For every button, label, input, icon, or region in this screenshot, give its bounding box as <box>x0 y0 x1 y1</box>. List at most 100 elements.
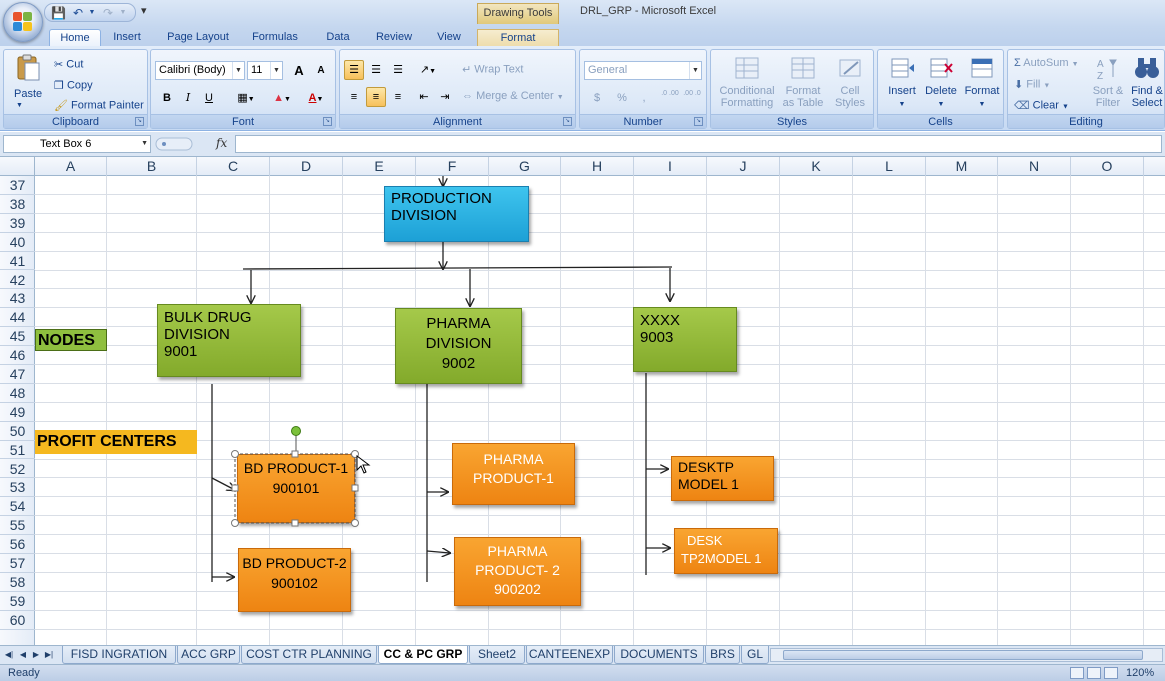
tab-format[interactable]: Format <box>477 29 559 47</box>
borders-button[interactable]: ▦▼ <box>231 88 261 108</box>
fill-button[interactable]: ⬇ Fill ▼ <box>1014 78 1050 91</box>
ph1-line1: PHARMA <box>483 451 544 467</box>
font-name-combo[interactable]: Calibri (Body) ▼ <box>155 61 245 80</box>
sheet-tab-sheet2[interactable]: Sheet2 <box>469 646 525 664</box>
undo-icon[interactable]: ↶ <box>71 6 85 20</box>
middle-align-button[interactable]: ☰ <box>366 60 386 80</box>
currency-button[interactable]: $ <box>584 88 610 108</box>
number-dialog-launcher[interactable]: ↘ <box>694 117 703 126</box>
production-division-box[interactable]: PRODUCTION DIVISION <box>384 186 529 242</box>
pharma-division-box[interactable]: PHARMA DIVISION 9002 <box>395 308 522 384</box>
fill-color-button[interactable]: ▲▼ <box>267 88 297 108</box>
name-box-dropdown-icon[interactable]: ▼ <box>141 136 148 152</box>
insert-cells-button[interactable]: Insert ▼ <box>884 54 920 109</box>
tab-insert[interactable]: Insert <box>104 29 150 47</box>
tab-home[interactable]: Home <box>49 29 101 47</box>
cell-styles-button[interactable]: Cell Styles <box>829 54 871 109</box>
top-align-button[interactable]: ☰ <box>344 60 364 80</box>
zoom-level[interactable]: 120% <box>1126 667 1154 679</box>
tab-data[interactable]: Data <box>318 29 358 47</box>
sheet-tab-brs[interactable]: BRS <box>705 646 740 664</box>
last-sheet-icon[interactable]: ▶| <box>44 648 54 662</box>
shrink-font-button[interactable]: A <box>311 61 331 81</box>
sheet-tab-fisd-ingration[interactable]: FISD INGRATION <box>62 646 176 664</box>
cut-button[interactable]: ✂ Cut <box>54 58 83 71</box>
clipboard-dialog-launcher[interactable]: ↘ <box>135 117 144 126</box>
underline-button[interactable]: U <box>199 88 219 108</box>
office-button[interactable] <box>3 2 43 42</box>
number-format-dropdown-icon[interactable]: ▼ <box>689 62 701 79</box>
increase-indent-button[interactable]: ⇥ <box>435 87 455 107</box>
tab-review[interactable]: Review <box>368 29 420 47</box>
number-format-combo[interactable]: General ▼ <box>584 61 702 80</box>
font-dialog-launcher[interactable]: ↘ <box>323 117 332 126</box>
customize-qat-icon[interactable]: ▾ <box>141 4 147 17</box>
bottom-align-button[interactable]: ☰ <box>388 60 408 80</box>
comma-button[interactable]: , <box>634 88 654 108</box>
prev-sheet-icon[interactable]: ◀ <box>18 648 28 662</box>
sheet-tab-acc-grp[interactable]: ACC GRP <box>177 646 240 664</box>
font-color-button[interactable]: A▼ <box>301 88 331 108</box>
format-painter-button[interactable]: 🖌 Format Painter <box>54 99 144 112</box>
format-as-table-button[interactable]: Format as Table <box>781 54 825 109</box>
normal-view-icon[interactable] <box>1070 667 1084 679</box>
redo-dropdown-icon[interactable]: ▼ <box>116 6 130 20</box>
formula-input[interactable] <box>235 135 1162 153</box>
paste-button[interactable]: Paste <box>14 88 42 100</box>
wrap-text-button[interactable]: ↵ Wrap Text <box>462 63 523 76</box>
align-left-button[interactable]: ≡ <box>344 87 364 107</box>
pharma-product-1-box[interactable]: PHARMA PRODUCT-1 <box>452 443 575 505</box>
copy-button[interactable]: ❐ Copy <box>54 79 93 92</box>
conditional-formatting-button[interactable]: Conditional Formatting <box>717 54 777 109</box>
sort-filter-button[interactable]: AZ Sort & Filter <box>1090 54 1126 109</box>
page-layout-view-icon[interactable] <box>1087 667 1101 679</box>
insert-function-icon[interactable]: fx <box>216 136 227 150</box>
tab-formulas[interactable]: Formulas <box>244 29 306 47</box>
bold-button[interactable]: B <box>157 88 177 108</box>
first-sheet-icon[interactable]: ◀| <box>4 648 14 662</box>
autosum-button[interactable]: Σ AutoSum ▼ <box>1014 57 1079 69</box>
font-name-dropdown-icon[interactable]: ▼ <box>232 62 244 79</box>
paste-dropdown-icon[interactable]: ▼ <box>16 102 23 109</box>
alignment-dialog-launcher[interactable]: ↘ <box>563 117 572 126</box>
pharma-product-2-box[interactable]: PHARMA PRODUCT- 2 900202 <box>454 537 581 606</box>
format-cells-button[interactable]: Format ▼ <box>962 54 1002 109</box>
page-break-view-icon[interactable] <box>1104 667 1118 679</box>
redo-icon[interactable]: ↷ <box>101 6 115 20</box>
merge-center-button[interactable]: ⇔ Merge & Center ▼ <box>462 90 564 102</box>
align-right-button[interactable]: ≡ <box>388 87 408 107</box>
sheet-tab-cost-ctr-planning[interactable]: COST CTR PLANNING <box>241 646 377 664</box>
xxxx-division-box[interactable]: XXXX 9003 <box>633 307 737 372</box>
next-sheet-icon[interactable]: ▶ <box>31 648 41 662</box>
desk-tp2model-1-box[interactable]: DESK TP2MODEL 1 <box>674 528 778 574</box>
decrease-decimal-button[interactable]: .00 .0 <box>682 88 702 108</box>
horizontal-scrollbar[interactable] <box>770 648 1163 662</box>
clear-button[interactable]: ⌫ Clear ▼ <box>1014 99 1069 112</box>
sheet-tab-documents[interactable]: DOCUMENTS <box>614 646 704 664</box>
delete-cells-button[interactable]: Delete ▼ <box>922 54 960 109</box>
font-size-combo[interactable]: 11 ▼ <box>247 61 283 80</box>
sheet-tab-gl[interactable]: GL <box>741 646 769 664</box>
sheet-tab-canteenexp[interactable]: CANTEENEXP <box>526 646 613 664</box>
italic-button[interactable]: I <box>178 88 198 108</box>
name-box[interactable]: Text Box 6 ▼ <box>3 135 151 153</box>
desktp-model-1-box[interactable]: DESKTP MODEL 1 <box>671 456 774 501</box>
undo-dropdown-icon[interactable]: ▼ <box>85 6 99 20</box>
bulk-drug-division-box[interactable]: BULK DRUG DIVISION 9001 <box>157 304 301 377</box>
decrease-indent-button[interactable]: ⇤ <box>414 87 434 107</box>
align-center-button[interactable]: ≡ <box>366 87 386 107</box>
horizontal-scroll-thumb[interactable] <box>783 650 1143 660</box>
worksheet-grid[interactable]: ABCDEFGHIJKLMNO 37 38 39 40 41 42 43 44 45 46 47 48… <box>0 157 1165 645</box>
orientation-button[interactable]: ↗▼ <box>414 60 442 80</box>
sheet-tab-cc-pc-grp[interactable]: CC & PC GRP <box>378 646 468 664</box>
bd-product-2-box[interactable]: BD PRODUCT-2 900102 <box>238 548 351 612</box>
percent-button[interactable]: % <box>612 88 632 108</box>
increase-decimal-button[interactable]: .0 .00 <box>660 88 680 108</box>
grow-font-button[interactable]: A <box>289 61 309 81</box>
rotate-handle[interactable] <box>291 426 301 436</box>
save-icon[interactable]: 💾 <box>51 6 66 20</box>
find-select-button[interactable]: Find & Select <box>1128 54 1165 109</box>
tab-page-layout[interactable]: Page Layout <box>160 29 236 47</box>
font-size-dropdown-icon[interactable]: ▼ <box>270 62 282 79</box>
tab-view[interactable]: View <box>428 29 470 47</box>
